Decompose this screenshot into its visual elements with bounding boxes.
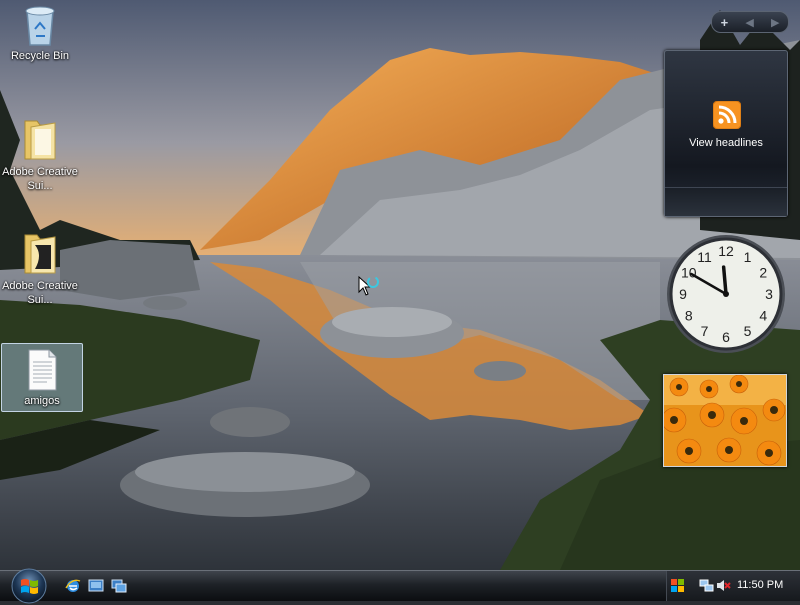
switch-windows-icon[interactable] xyxy=(111,578,127,594)
desktop-icon-label: Recycle Bin xyxy=(10,50,70,62)
clock-numeral: 7 xyxy=(701,323,709,339)
clock-numeral: 9 xyxy=(679,286,687,302)
show-desktop-icon[interactable] xyxy=(88,578,104,594)
clock-numeral: 5 xyxy=(744,323,752,339)
mouse-pointer-icon xyxy=(358,276,379,296)
clock-hour-hand xyxy=(721,265,728,296)
internet-explorer-icon[interactable] xyxy=(65,578,81,594)
windows-flag-icon[interactable] xyxy=(670,578,685,593)
clock-numeral: 3 xyxy=(765,286,773,302)
clock-numeral: 8 xyxy=(685,308,693,324)
clock-numeral: 1 xyxy=(744,249,752,265)
clock-numeral: 4 xyxy=(759,308,767,324)
sidebar-controls: + ◀ ▶ xyxy=(711,11,789,33)
desktop-icon-amigos[interactable]: amigos xyxy=(1,343,83,412)
notification-area: 11:50 PM xyxy=(666,571,800,601)
clock-gadget[interactable]: 12 12 3 45678 9 1011 xyxy=(665,233,787,355)
folder-icon xyxy=(24,120,56,160)
volume-muted-icon[interactable] xyxy=(716,578,731,593)
desktop-icon-adobe-creative-suite-1[interactable]: Adobe Creative Sui... xyxy=(0,115,80,193)
desktop-icon-label: Adobe Creative Sui... xyxy=(2,166,78,192)
clock-numeral: 10 xyxy=(681,265,697,281)
desktop-icon-adobe-creative-suite-2[interactable]: Adobe Creative Sui... xyxy=(0,229,80,307)
add-gadget-button[interactable]: + xyxy=(721,15,729,30)
next-page-button[interactable]: ▶ xyxy=(771,16,779,29)
view-headlines-link[interactable]: View headlines xyxy=(665,137,787,149)
clock-numeral: 12 xyxy=(718,243,734,259)
feed-headlines-gadget[interactable]: View headlines xyxy=(664,50,788,217)
network-icon[interactable] xyxy=(699,578,714,593)
taskbar: 11:50 PM xyxy=(0,568,800,604)
folder-icon xyxy=(24,234,56,274)
gadget-footer xyxy=(665,187,787,216)
recycle-bin-icon xyxy=(25,6,55,46)
taskbar-clock[interactable]: 11:50 PM xyxy=(737,579,783,591)
clock-numeral: 6 xyxy=(722,329,730,345)
desktop-icon-label: amigos xyxy=(24,395,60,407)
previous-page-button[interactable]: ◀ xyxy=(745,16,753,29)
slideshow-gadget[interactable] xyxy=(663,374,787,467)
clock-numeral: 11 xyxy=(697,249,712,265)
windows-orb-icon[interactable] xyxy=(8,567,50,605)
rss-icon xyxy=(713,101,741,129)
text-document-icon xyxy=(28,349,57,391)
clock-numeral: 2 xyxy=(759,265,767,281)
desktop-icon-label: Adobe Creative Sui... xyxy=(2,280,78,306)
desktop-icon-recycle-bin[interactable]: Recycle Bin xyxy=(0,3,80,63)
